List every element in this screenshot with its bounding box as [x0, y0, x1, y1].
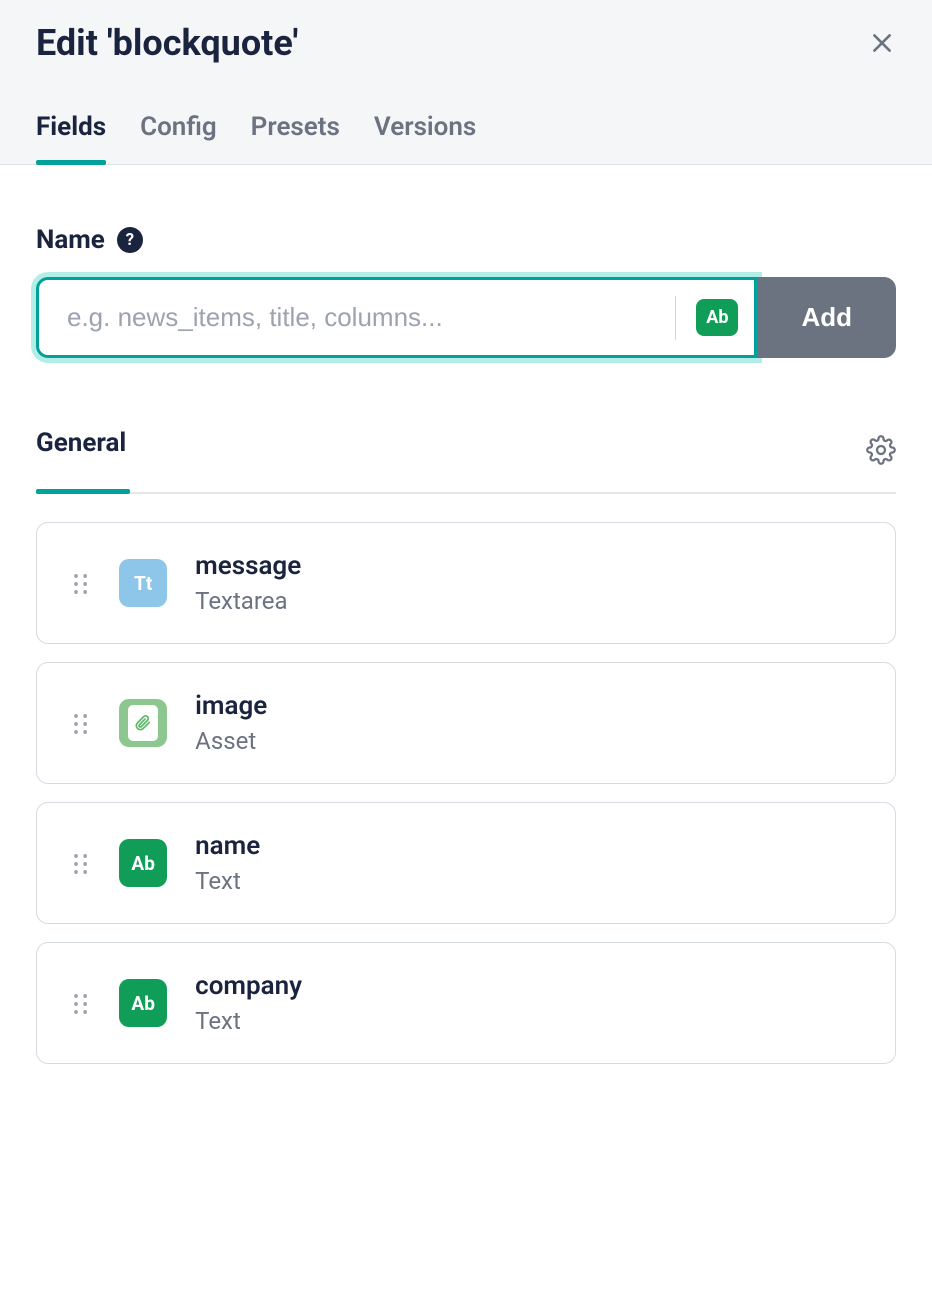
field-info: message Textarea: [195, 551, 301, 615]
tab-versions[interactable]: Versions: [374, 112, 476, 164]
asset-type-icon: [119, 699, 167, 747]
field-row[interactable]: •••••• Tt message Textarea: [36, 522, 896, 644]
name-label-row: Name ?: [36, 225, 896, 255]
field-name-label: name: [195, 831, 260, 861]
text-type-icon: Ab: [119, 839, 167, 887]
field-info: name Text: [195, 831, 260, 895]
drag-handle-icon[interactable]: ••••••: [73, 993, 91, 1014]
add-button[interactable]: Add: [757, 277, 896, 358]
drag-handle-icon[interactable]: ••••••: [73, 573, 91, 594]
drag-handle-icon[interactable]: ••••••: [73, 713, 91, 734]
page-title: Edit 'blockquote': [36, 22, 298, 64]
field-name-label: image: [195, 691, 267, 721]
close-icon: [869, 30, 895, 56]
section-row: General: [36, 428, 896, 476]
field-row[interactable]: •••••• Ab company Text: [36, 942, 896, 1064]
tab-config[interactable]: Config: [140, 112, 217, 164]
field-row[interactable]: •••••• image Asset: [36, 662, 896, 784]
content: Name ? Ab Add General •••••• Tt message Tex…: [0, 165, 932, 1064]
divider: [675, 296, 676, 340]
tab-fields[interactable]: Fields: [36, 112, 106, 164]
close-button[interactable]: [868, 29, 896, 57]
field-name-label: message: [195, 551, 301, 581]
field-name-label: company: [195, 971, 302, 1001]
type-selector[interactable]: Ab: [696, 299, 738, 336]
fields-list: ••••••TtmessageTextarea••••••imageAsset•…: [36, 522, 896, 1064]
field-type-label: Textarea: [195, 587, 301, 615]
modal-header: Edit 'blockquote' Fields Config Presets Ver…: [0, 0, 932, 165]
field-info: company Text: [195, 971, 302, 1035]
tabs: Fields Config Presets Versions: [36, 112, 896, 164]
section-underline: [36, 492, 896, 494]
field-info: image Asset: [195, 691, 267, 755]
gear-icon: [866, 435, 896, 465]
field-type-label: Text: [195, 867, 260, 895]
section-tab-general[interactable]: General: [36, 428, 126, 476]
text-type-icon: Ab: [119, 979, 167, 1027]
help-icon[interactable]: ?: [117, 227, 143, 253]
field-type-label: Asset: [195, 727, 267, 755]
name-label: Name: [36, 225, 105, 255]
field-row[interactable]: •••••• Abname Text: [36, 802, 896, 924]
name-input-row: Ab Add: [36, 277, 896, 358]
name-input-wrapper: Ab: [36, 277, 757, 358]
textarea-type-icon: Tt: [119, 559, 167, 607]
field-type-label: Text: [195, 1007, 302, 1035]
settings-button[interactable]: [866, 435, 896, 469]
tab-presets[interactable]: Presets: [251, 112, 340, 164]
title-row: Edit 'blockquote': [36, 22, 896, 64]
name-input[interactable]: [67, 280, 665, 355]
drag-handle-icon[interactable]: ••••••: [73, 853, 91, 874]
